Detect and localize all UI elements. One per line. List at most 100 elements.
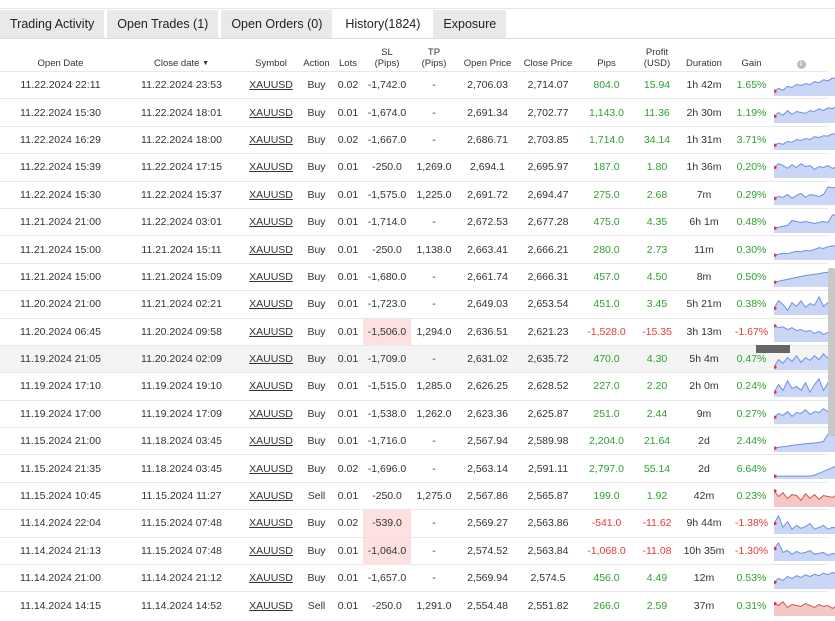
header-close-date[interactable]: Close date ▼ [121, 40, 242, 72]
header-close-price[interactable]: Close Price [518, 40, 578, 72]
symbol-link-text[interactable]: XAUUSD [249, 79, 293, 91]
header-lots[interactable]: Lots [333, 40, 363, 72]
header-pips[interactable]: Pips [578, 40, 635, 72]
symbol-link-text[interactable]: XAUUSD [249, 408, 293, 420]
trade-chart-cell[interactable] [774, 317, 835, 346]
symbol-link[interactable]: XAUUSD [242, 262, 300, 291]
symbol-link-text[interactable]: XAUUSD [249, 517, 293, 529]
header-duration[interactable]: Duration [679, 40, 729, 72]
trade-chart-cell[interactable] [774, 290, 835, 319]
header-action[interactable]: Action [300, 40, 333, 72]
symbol-link[interactable]: XAUUSD [242, 290, 300, 319]
trade-chart-cell[interactable] [774, 536, 835, 565]
trade-chart-cell[interactable] [774, 180, 835, 209]
symbol-link-text[interactable]: XAUUSD [249, 216, 293, 228]
header-profit[interactable]: Profit (USD) [635, 40, 679, 72]
symbol-link[interactable]: XAUUSD [242, 399, 300, 428]
symbol-link-text[interactable]: XAUUSD [249, 353, 293, 365]
table-row[interactable]: 11.22.2024 15:30 11.22.2024 18:01 XAUUSD Bu… [0, 98, 835, 127]
table-row[interactable]: 11.20.2024 06:45 11.20.2024 09:58 XAUUSD Bu… [0, 317, 835, 346]
table-row[interactable]: 11.14.2024 21:00 11.14.2024 21:12 XAUUSD Bu… [0, 564, 835, 592]
trade-chart-cell[interactable] [774, 591, 835, 619]
symbol-link-text[interactable]: XAUUSD [249, 271, 293, 283]
header-sl[interactable]: SL (Pips) [363, 40, 411, 72]
trade-chart-cell[interactable] [774, 481, 835, 510]
table-row[interactable]: 11.22.2024 22:11 11.22.2024 23:53 XAUUSD Bu… [0, 70, 835, 99]
tab-open-trades[interactable]: Open Trades (1) [107, 10, 219, 38]
symbol-link[interactable]: XAUUSD [242, 481, 300, 510]
symbol-link-text[interactable]: XAUUSD [249, 298, 293, 310]
table-row[interactable]: 11.21.2024 21:00 11.22.2024 03:01 XAUUSD Bu… [0, 207, 835, 236]
table-row[interactable]: 11.21.2024 15:00 11.21.2024 15:09 XAUUSD Bu… [0, 262, 835, 291]
table-row[interactable]: 11.14.2024 21:13 11.15.2024 07:48 XAUUSD Bu… [0, 536, 835, 565]
symbol-link[interactable]: XAUUSD [242, 454, 300, 483]
symbol-link-text[interactable]: XAUUSD [249, 435, 293, 447]
symbol-link-text[interactable]: XAUUSD [249, 572, 293, 584]
table-row[interactable]: 11.22.2024 15:30 11.22.2024 15:37 XAUUSD Bu… [0, 180, 835, 209]
symbol-link-text[interactable]: XAUUSD [249, 600, 293, 612]
symbol-link[interactable]: XAUUSD [242, 125, 300, 154]
table-row[interactable]: 11.22.2024 16:29 11.22.2024 18:00 XAUUSD Bu… [0, 125, 835, 154]
symbol-link[interactable]: XAUUSD [242, 235, 300, 264]
header-tp[interactable]: TP (Pips) [411, 40, 457, 72]
table-row[interactable]: 11.19.2024 21:05 11.20.2024 02:09 XAUUSD Bu… [0, 344, 835, 373]
trade-chart-cell[interactable] [774, 427, 835, 455]
tab-exposure[interactable]: Exposure [433, 10, 507, 38]
symbol-link-text[interactable]: XAUUSD [249, 380, 293, 392]
trade-chart-cell[interactable] [774, 454, 835, 483]
header-open-price[interactable]: Open Price [457, 40, 518, 72]
trade-chart-cell[interactable] [774, 235, 835, 264]
trade-chart-cell[interactable] [774, 70, 835, 99]
tab-trading-activity[interactable]: Trading Activity [0, 10, 105, 38]
symbol-link[interactable]: XAUUSD [242, 317, 300, 346]
symbol-link-text[interactable]: XAUUSD [249, 134, 293, 146]
table-row[interactable]: 11.21.2024 15:00 11.21.2024 15:11 XAUUSD Bu… [0, 235, 835, 264]
symbol-link-text[interactable]: XAUUSD [249, 161, 293, 173]
header-open-date[interactable]: Open Date [0, 40, 121, 72]
table-row[interactable]: 11.14.2024 14:15 11.14.2024 14:52 XAUUSD Se… [0, 591, 835, 619]
trade-chart-cell[interactable] [774, 399, 835, 428]
scrollbar-thumb[interactable] [828, 268, 835, 436]
trade-chart-cell[interactable] [774, 207, 835, 236]
symbol-link-text[interactable]: XAUUSD [249, 545, 293, 557]
trade-chart-cell[interactable] [774, 372, 835, 401]
table-row[interactable]: 11.20.2024 21:00 11.21.2024 02:21 XAUUSD Bu… [0, 290, 835, 319]
table-row[interactable]: 11.14.2024 22:04 11.15.2024 07:48 XAUUSD Bu… [0, 509, 835, 538]
table-row[interactable]: 11.15.2024 21:00 11.18.2024 03:45 XAUUSD Bu… [0, 427, 835, 455]
trade-chart-cell[interactable] [774, 564, 835, 592]
symbol-link[interactable]: XAUUSD [242, 372, 300, 401]
symbol-link[interactable]: XAUUSD [242, 344, 300, 373]
header-symbol[interactable]: Symbol [242, 40, 300, 72]
symbol-link-text[interactable]: XAUUSD [249, 244, 293, 256]
table-row[interactable]: 11.22.2024 15:39 11.22.2024 17:15 XAUUSD Bu… [0, 153, 835, 182]
symbol-link[interactable]: XAUUSD [242, 207, 300, 236]
symbol-link[interactable]: XAUUSD [242, 564, 300, 592]
symbol-link-text[interactable]: XAUUSD [249, 463, 293, 475]
trade-chart-cell[interactable] [774, 153, 835, 182]
header-info[interactable]: i [774, 40, 828, 72]
symbol-link[interactable]: XAUUSD [242, 180, 300, 209]
symbol-link[interactable]: XAUUSD [242, 536, 300, 565]
table-row[interactable]: 11.19.2024 17:10 11.19.2024 19:10 XAUUSD Bu… [0, 372, 835, 401]
header-gain[interactable]: Gain [729, 40, 774, 72]
symbol-link-text[interactable]: XAUUSD [249, 107, 293, 119]
symbol-link[interactable]: XAUUSD [242, 70, 300, 99]
trade-chart-cell[interactable] [774, 125, 835, 154]
symbol-link[interactable]: XAUUSD [242, 153, 300, 182]
symbol-link-text[interactable]: XAUUSD [249, 189, 293, 201]
symbol-link[interactable]: XAUUSD [242, 591, 300, 619]
symbol-link-text[interactable]: XAUUSD [249, 326, 293, 338]
symbol-link-text[interactable]: XAUUSD [249, 490, 293, 502]
tab-open-orders[interactable]: Open Orders (0) [221, 10, 333, 38]
trade-chart-cell[interactable] [774, 262, 835, 291]
symbol-link[interactable]: XAUUSD [242, 98, 300, 127]
table-row[interactable]: 11.15.2024 21:35 11.18.2024 03:45 XAUUSD Bu… [0, 454, 835, 483]
trade-chart-cell[interactable] [774, 509, 835, 538]
table-row[interactable]: 11.15.2024 10:45 11.15.2024 11:27 XAUUSD Se… [0, 481, 835, 510]
symbol-link[interactable]: XAUUSD [242, 509, 300, 538]
tab-history[interactable]: History(1824) [335, 10, 431, 38]
table-row[interactable]: 11.19.2024 17:00 11.19.2024 17:09 XAUUSD Bu… [0, 399, 835, 428]
info-icon[interactable]: i [796, 60, 806, 69]
trade-chart-cell[interactable] [774, 98, 835, 127]
symbol-link[interactable]: XAUUSD [242, 427, 300, 455]
